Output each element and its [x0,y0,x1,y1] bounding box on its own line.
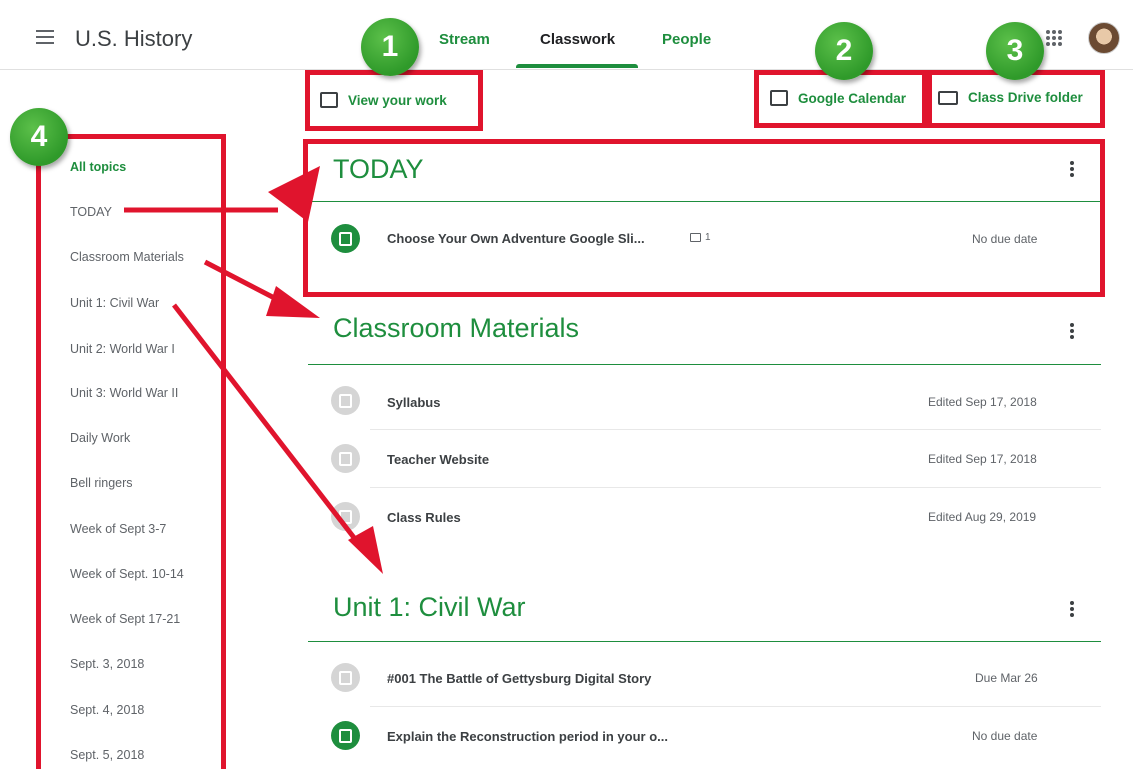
arrow-materials-head [266,286,320,318]
annotation-badge-4: 4 [10,108,68,166]
annotation-badge-3: 3 [986,22,1044,80]
annotation-arrows [124,166,383,574]
annotation-badge-1: 1 [361,18,419,76]
arrow-today-head [268,166,320,222]
arrow-unit1-line [172,303,364,550]
annotation-badge-2: 2 [815,22,873,80]
